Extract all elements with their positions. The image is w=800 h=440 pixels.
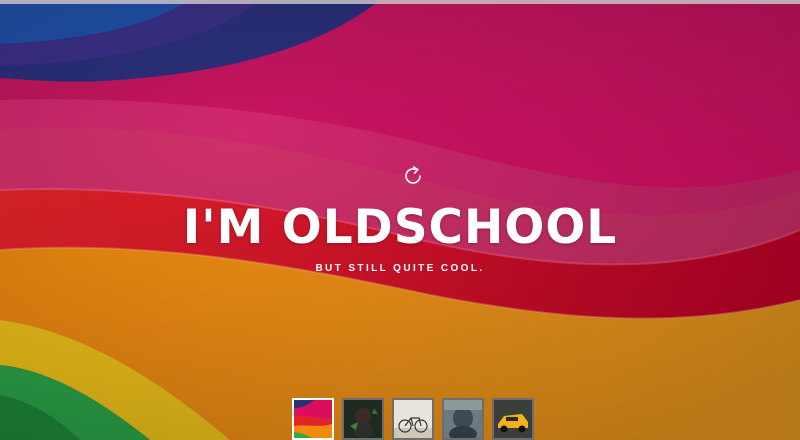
thumbnail-yellow-sports-car[interactable]	[492, 398, 534, 440]
hero-background-image	[0, 0, 800, 440]
reload-icon[interactable]	[401, 164, 425, 188]
thumbnail-person-hood[interactable]	[442, 398, 484, 440]
hero-slider: I'M OLDSCHOOL BUT STILL QUITE COOL.	[0, 0, 800, 440]
thumbnail-strip	[292, 398, 534, 440]
thumbnail-rainbow-paper[interactable]	[292, 398, 334, 440]
thumbnail-girl-with-leaves[interactable]	[342, 398, 384, 440]
top-progress-bar	[0, 0, 800, 4]
thumbnail-bicycle[interactable]	[392, 398, 434, 440]
